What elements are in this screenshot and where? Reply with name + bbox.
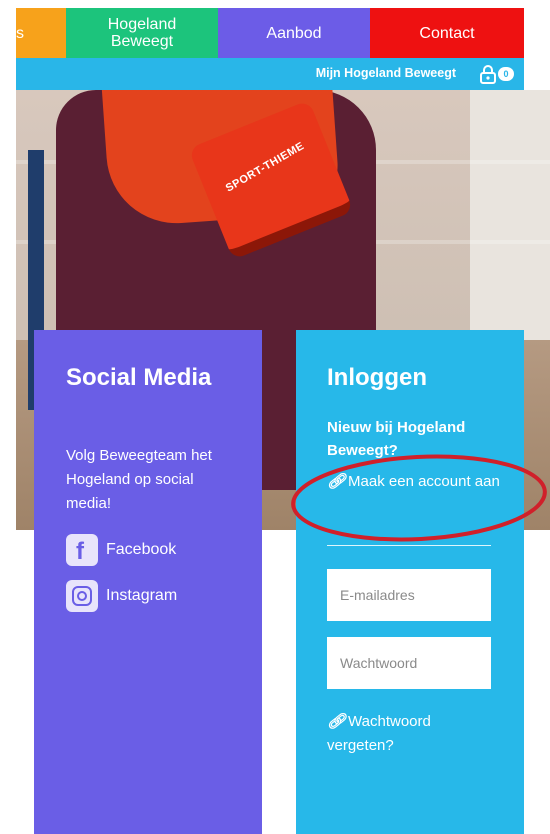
account-bar: Mijn Hogeland Beweegt 0 [16, 58, 524, 90]
hero-wall-window [470, 90, 550, 340]
nav-item-hogeland-label: Hogeland Beweegt [107, 16, 177, 50]
nav-item-hogeland-beweegt[interactable]: Hogeland Beweegt [66, 8, 218, 58]
create-account-link[interactable]: 🔗︎ Maak een account aan [327, 470, 502, 493]
login-new-user-text: Nieuw bij Hogeland Beweegt? [327, 419, 466, 459]
my-account-link[interactable]: Mijn Hogeland Beweegt [316, 66, 456, 80]
nav-item-contact-label: Contact [419, 24, 475, 42]
lock-icon[interactable] [478, 64, 498, 84]
login-divider [327, 545, 491, 546]
link-icon: 🔗︎ [327, 713, 347, 730]
forgot-password-link[interactable]: 🔗︎ Wachtwoord vergeten? [327, 710, 497, 758]
main-nav: s Hogeland Beweegt Aanbod Contact [0, 8, 550, 58]
nav-item-contact[interactable]: Contact [370, 8, 524, 58]
password-field[interactable] [327, 637, 491, 689]
instagram-link[interactable]: Instagram [66, 580, 177, 612]
social-media-text: Volg Beweegteam het Hogeland op social m… [66, 447, 212, 512]
email-field[interactable] [327, 569, 491, 621]
instagram-label: Instagram [106, 587, 178, 604]
nav-item-partial-label: s [16, 24, 24, 42]
login-title: Inloggen [327, 364, 427, 391]
facebook-label: Facebook [106, 541, 177, 558]
login-panel: Inloggen Nieuw bij Hogeland Beweegt? 🔗︎ M… [296, 330, 524, 834]
link-icon: 🔗︎ [327, 473, 347, 490]
facebook-link[interactable]: Facebook [66, 534, 176, 566]
social-media-panel: Social Media Volg Beweegteam het Hogelan… [34, 330, 262, 834]
glove-brand-text: SPORT-THIEME [223, 139, 307, 195]
cart-count-badge: 0 [498, 67, 514, 81]
nav-item-aanbod-label: Aanbod [266, 24, 322, 42]
nav-item-partial[interactable]: s [16, 8, 66, 58]
social-media-title: Social Media [66, 364, 212, 391]
instagram-icon [66, 580, 98, 612]
facebook-icon [66, 534, 98, 566]
nav-item-aanbod[interactable]: Aanbod [218, 8, 370, 58]
create-account-label: Maak een account aan [348, 473, 500, 490]
